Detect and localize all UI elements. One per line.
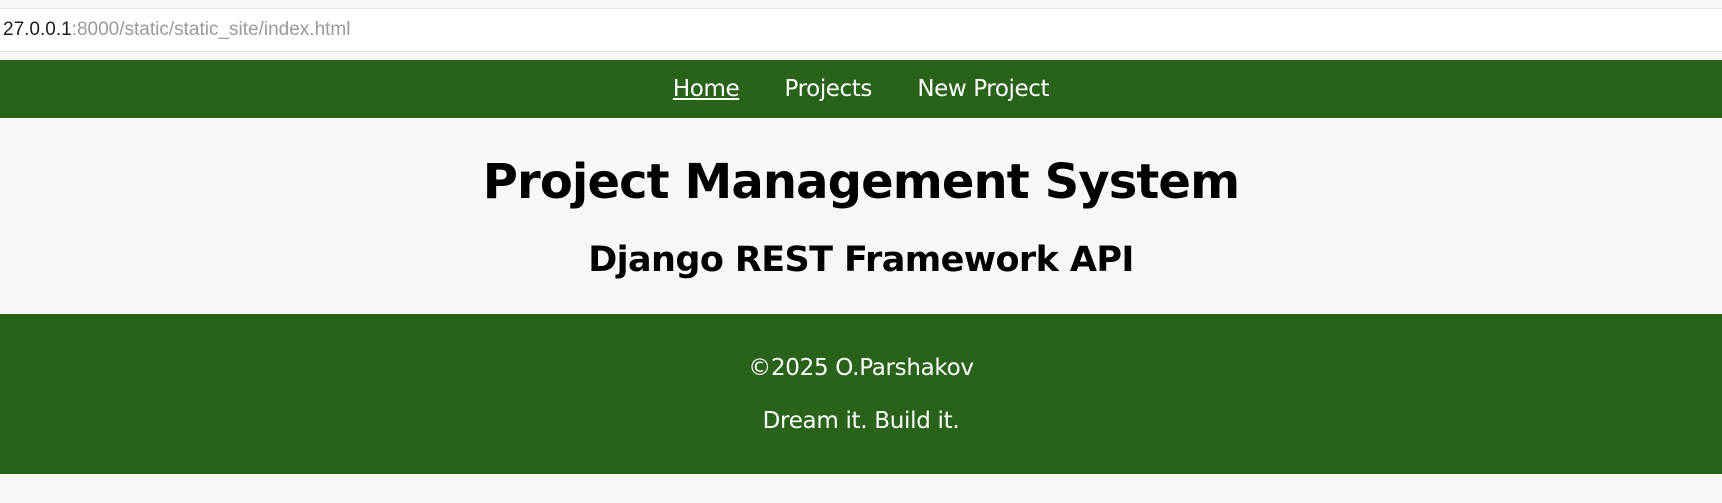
page-subtitle: Django REST Framework API [588,240,1134,280]
address-bar[interactable]: 27.0.0.1:8000/static/static_site/index.h… [0,8,1722,52]
page-title: Project Management System [482,154,1240,210]
page-bottom-spacing [0,474,1722,503]
main-navigation: Home Projects New Project [0,60,1722,118]
url-path: :8000/static/static_site/index.html [71,19,351,40]
page-header: Project Management System Django REST Fr… [0,118,1722,314]
footer-tagline: Dream it. Build it. [762,408,960,434]
browser-top-area: 27.0.0.1:8000/static/static_site/index.h… [0,0,1722,60]
nav-link-home[interactable]: Home [673,76,740,102]
url-text[interactable]: 27.0.0.1:8000/static/static_site/index.h… [3,20,350,40]
url-host: 27.0.0.1 [3,19,72,40]
page-footer: ©2025 O.Parshakov Dream it. Build it. [0,314,1722,474]
nav-link-new-project[interactable]: New Project [917,76,1049,102]
nav-links: Home Projects New Project [0,74,1722,104]
nav-link-projects[interactable]: Projects [785,76,873,102]
footer-copyright: ©2025 O.Parshakov [748,355,974,381]
